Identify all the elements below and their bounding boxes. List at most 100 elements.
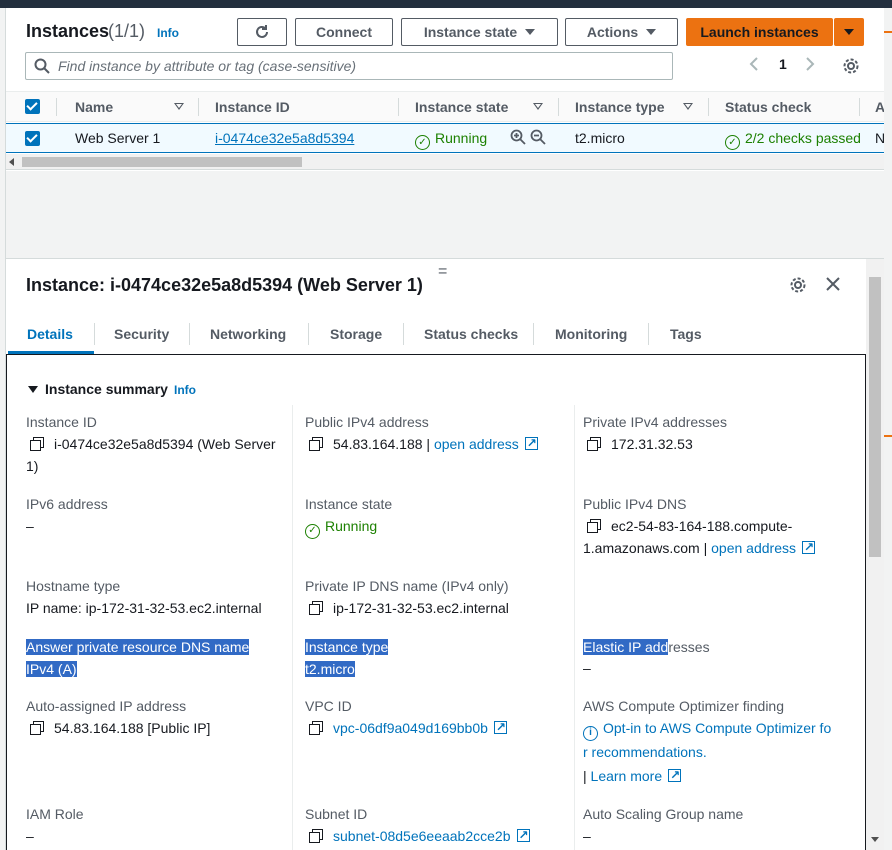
tab-networking[interactable]: Networking: [210, 326, 286, 342]
zoom-icons[interactable]: [510, 129, 546, 148]
external-link-icon[interactable]: [493, 716, 507, 738]
auto-ip-label: Auto-assigned IP address: [26, 698, 187, 714]
sort-icon[interactable]: [683, 103, 693, 110]
tab-security[interactable]: Security: [114, 326, 169, 342]
section-title[interactable]: Instance summary: [45, 381, 168, 397]
vpc-label: VPC ID: [305, 698, 352, 714]
table-row[interactable]: Web Server 1 i-0474ce32e5a8d5394 ✓ Runnin…: [6, 123, 892, 153]
open-address-link[interactable]: open address: [711, 540, 796, 556]
top-bar: [0, 0, 892, 8]
resize-handle[interactable]: =: [438, 263, 447, 281]
sort-icon[interactable]: [174, 103, 184, 110]
zoom-in-icon[interactable]: [510, 129, 526, 145]
scroll-thumb[interactable]: [22, 157, 302, 167]
private-ipv4-label: Private IPv4 addresses: [583, 414, 727, 430]
info-link[interactable]: Info: [157, 26, 179, 40]
expand-caret-icon[interactable]: [28, 386, 38, 393]
instance-id-label: Instance ID: [26, 414, 97, 430]
right-edge: [884, 8, 892, 850]
optimizer-link[interactable]: Opt-in to AWS Compute Optimizer fo: [603, 720, 831, 736]
check-circle-icon: ✓: [305, 523, 320, 539]
launch-options-button[interactable]: [834, 18, 864, 46]
state-label: Instance state: [305, 496, 393, 512]
ipv6-label: IPv6 address: [26, 496, 108, 512]
col-instance-type[interactable]: Instance type: [575, 99, 664, 115]
external-link-icon[interactable]: [524, 432, 538, 454]
row-state: ✓ Running: [415, 130, 487, 150]
copy-icon[interactable]: [587, 519, 601, 533]
prev-page-icon[interactable]: [748, 56, 760, 75]
gear-icon[interactable]: [842, 57, 860, 78]
col-name[interactable]: Name: [75, 99, 113, 115]
tab-status-checks[interactable]: Status checks: [424, 326, 518, 342]
select-all-checkbox[interactable]: [25, 99, 40, 114]
section-info-link[interactable]: Info: [174, 383, 196, 397]
zoom-out-icon[interactable]: [530, 129, 546, 145]
public-dns-label: Public IPv4 DNS: [583, 496, 687, 512]
tab-storage[interactable]: Storage: [330, 326, 382, 342]
search-input[interactable]: [58, 58, 658, 74]
row-checkbox[interactable]: [25, 131, 40, 146]
copy-icon[interactable]: [309, 829, 323, 843]
open-address-link[interactable]: open address: [434, 436, 519, 452]
split-divider: [6, 258, 892, 259]
check-circle-icon: ✓: [725, 135, 740, 150]
instance-id-value: i-0474ce32e5a8d5394 (Web Server 1): [26, 436, 276, 474]
horizontal-scrollbar[interactable]: [6, 154, 892, 170]
copy-icon[interactable]: [30, 437, 44, 451]
asg-value: –: [583, 828, 591, 844]
instance-state-label: Instance state: [423, 24, 518, 40]
refresh-button[interactable]: [237, 18, 287, 46]
col-instance-state[interactable]: Instance state: [415, 99, 508, 115]
copy-icon[interactable]: [309, 437, 323, 451]
launch-instances-button[interactable]: Launch instances: [686, 18, 833, 46]
subnet-value: subnet-08d5e6eeaab2cce2b: [309, 824, 530, 847]
copy-icon[interactable]: [309, 601, 323, 615]
copy-icon[interactable]: [30, 721, 44, 735]
row-instance-id-link[interactable]: i-0474ce32e5a8d5394: [215, 130, 354, 146]
vertical-scrollbar[interactable]: [866, 259, 884, 850]
col-status-check[interactable]: Status check: [725, 99, 811, 115]
subnet-link[interactable]: subnet-08d5e6eeaab2cce2b: [333, 828, 511, 844]
search-field[interactable]: [25, 52, 673, 80]
connect-button[interactable]: Connect: [295, 18, 393, 46]
next-page-icon[interactable]: [804, 56, 816, 75]
check-circle-icon: ✓: [415, 135, 430, 150]
scroll-down-icon[interactable]: [871, 837, 879, 842]
search-icon: [34, 58, 50, 74]
page-number[interactable]: 1: [779, 56, 787, 72]
external-link-icon[interactable]: [516, 824, 530, 846]
elastic-ip-label: Elastic IP addresses: [583, 639, 710, 655]
vpc-value: vpc-06df9a049d169bb0b: [309, 716, 507, 739]
tab-tags[interactable]: Tags: [670, 326, 702, 342]
scroll-thumb[interactable]: [869, 277, 881, 557]
instance-state-dropdown[interactable]: Instance state: [401, 18, 558, 46]
gear-icon[interactable]: [789, 276, 807, 297]
answer-dns-label: Answer private resource DNS name IPv4 (A): [26, 639, 250, 677]
row-status-check[interactable]: ✓ 2/2 checks passed: [725, 130, 861, 150]
row-type: t2.micro: [575, 130, 625, 146]
tab-monitoring[interactable]: Monitoring: [555, 326, 627, 342]
external-link-icon[interactable]: [801, 536, 815, 558]
table-header: Name Instance ID Instance state Instance…: [6, 91, 892, 122]
optimizer-label: AWS Compute Optimizer finding: [583, 698, 784, 714]
hostname-label: Hostname type: [26, 578, 121, 594]
actions-dropdown[interactable]: Actions: [565, 18, 678, 46]
detail-title: Instance: i-0474ce32e5a8d5394 (Web Serve…: [26, 275, 423, 295]
copy-icon[interactable]: [587, 437, 601, 451]
copy-icon[interactable]: [309, 721, 323, 735]
sort-icon[interactable]: [533, 103, 543, 110]
scroll-left-icon[interactable]: [9, 158, 14, 166]
close-icon[interactable]: [825, 276, 841, 295]
private-dns-label: Private IP DNS name (IPv4 only): [305, 578, 509, 594]
learn-more-link[interactable]: Learn more: [591, 768, 663, 784]
detail-tabs: Details Security Networking Storage Stat…: [6, 320, 866, 354]
col-instance-id[interactable]: Instance ID: [215, 99, 290, 115]
tab-details[interactable]: Details: [27, 326, 73, 342]
external-link-icon[interactable]: [668, 764, 682, 786]
optimizer-value: i Opt-in to AWS Compute Optimizer fo r re…: [583, 720, 832, 760]
public-ipv4-label: Public IPv4 address: [305, 414, 429, 430]
public-dns-value: ec2-54-83-164-188.compute- 1.amazonaws.c…: [583, 515, 858, 559]
vpc-link[interactable]: vpc-06df9a049d169bb0b: [333, 720, 488, 736]
ipv6-value: –: [26, 518, 34, 534]
